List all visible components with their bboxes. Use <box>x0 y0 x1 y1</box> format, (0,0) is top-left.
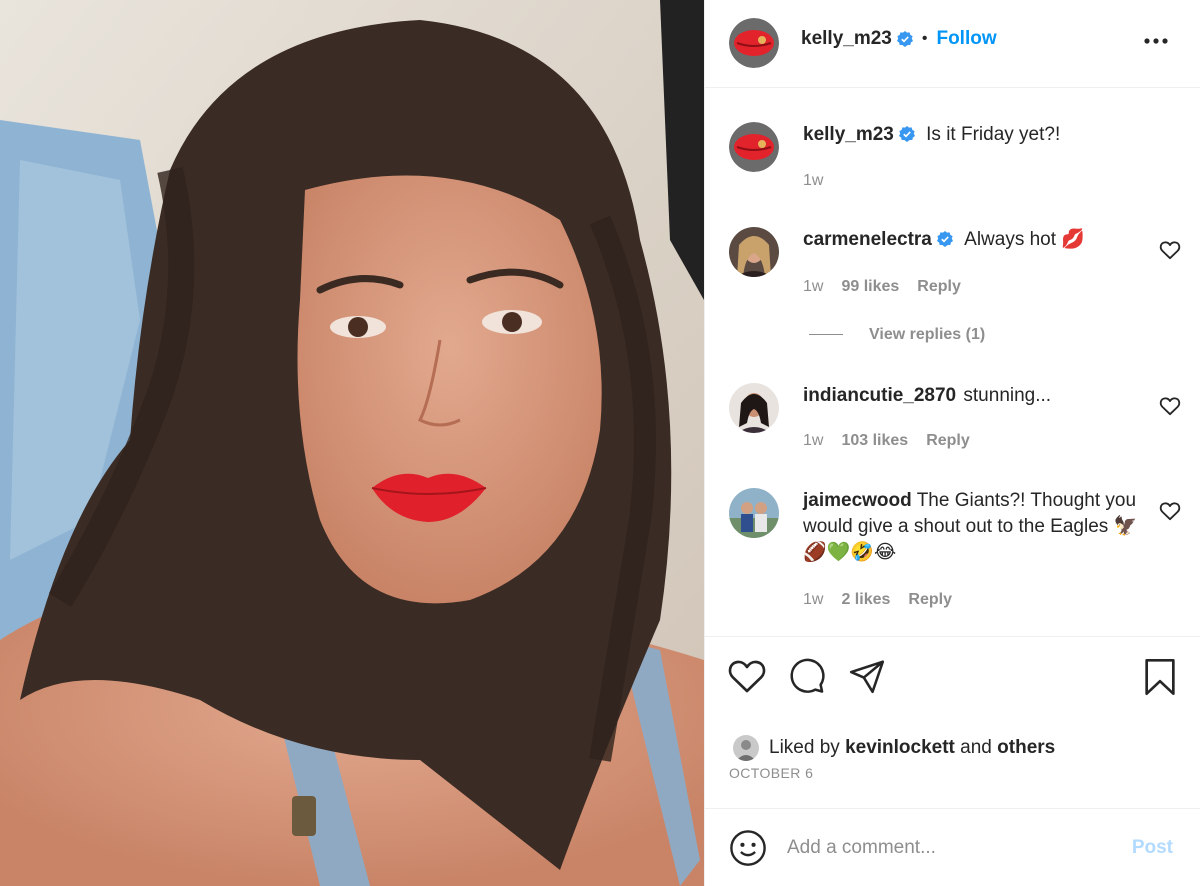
lips-avatar-icon <box>729 18 779 68</box>
smiley-icon[interactable] <box>729 829 767 867</box>
comment-meta: 1w 103 likes Reply <box>803 432 970 450</box>
reply-button[interactable]: Reply <box>908 591 952 608</box>
post-header: kelly_m23 • Follow <box>705 0 1200 88</box>
caption-author-avatar[interactable] <box>729 122 779 172</box>
comment-input[interactable] <box>787 831 1107 865</box>
author-avatar[interactable] <box>729 18 779 68</box>
comment-text: Always hot 💋 <box>964 229 1085 250</box>
comment-time: 1w <box>803 278 824 295</box>
comment-likes[interactable]: 2 likes <box>841 591 890 608</box>
comment-time: 1w <box>803 591 824 608</box>
caption-username[interactable]: kelly_m23 <box>803 124 894 145</box>
comment-username[interactable]: indiancutie_2870 <box>803 385 956 406</box>
view-replies-label: View replies (1) <box>869 326 986 343</box>
post-side-panel: kelly_m23 • Follow kelly_m23 Is it Frida… <box>704 0 1200 886</box>
caption-text-row: kelly_m23 Is it Friday yet?! <box>803 122 1163 148</box>
commenter-avatar[interactable] <box>729 227 779 277</box>
comment-likes[interactable]: 99 likes <box>841 278 899 295</box>
comment-text-row: indiancutie_2870 stunning... <box>803 383 1143 409</box>
comment-meta: 1w 99 likes Reply <box>803 278 961 296</box>
reply-button[interactable]: Reply <box>917 278 961 295</box>
selfie-photo <box>0 0 704 886</box>
verified-badge-icon <box>936 231 953 247</box>
heart-icon[interactable] <box>1159 240 1181 260</box>
reply-button[interactable]: Reply <box>926 432 970 449</box>
comment-icon[interactable] <box>787 657 827 695</box>
comment-username[interactable]: carmenelectra <box>803 229 932 250</box>
comment-time: 1w <box>803 432 824 449</box>
liked-by-prefix: Liked by <box>769 737 840 758</box>
author-username[interactable]: kelly_m23 <box>801 28 892 50</box>
comment-likes[interactable]: 103 likes <box>841 432 908 449</box>
comment-text: stunning... <box>963 385 1052 406</box>
post-date: OCTOBER 6 <box>729 765 814 781</box>
add-comment-bar: Post <box>705 808 1200 886</box>
liked-by-row: Liked by kevinlockett and others <box>733 735 1055 761</box>
replies-divider <box>809 334 843 336</box>
comment-text-row: jaimecwood The Giants?! Thought you woul… <box>803 488 1143 566</box>
view-replies-button[interactable]: View replies (1) <box>809 326 985 344</box>
bookmark-icon[interactable] <box>1141 657 1179 697</box>
comment-meta: 1w 2 likes Reply <box>803 591 952 609</box>
heart-icon[interactable] <box>727 657 767 695</box>
paper-plane-icon[interactable] <box>847 657 887 695</box>
profile-photo-avatar <box>729 488 779 538</box>
post-comment-button[interactable]: Post <box>1132 837 1173 859</box>
post-photo[interactable] <box>0 0 704 886</box>
lips-avatar-icon <box>729 122 779 172</box>
verified-badge-icon <box>898 126 915 142</box>
heart-icon[interactable] <box>1159 396 1181 416</box>
liked-by-user[interactable]: kevinlockett <box>845 737 955 759</box>
profile-photo-avatar <box>729 383 779 433</box>
separator-dot: • <box>921 30 928 47</box>
more-horizontal-icon[interactable] <box>1143 30 1169 50</box>
liked-by-others[interactable]: others <box>997 737 1055 759</box>
profile-photo-avatar <box>729 227 779 277</box>
post-actions: Liked by kevinlockett and others OCTOBER… <box>705 636 1200 806</box>
caption-time: 1w <box>803 172 824 189</box>
verified-badge-icon <box>896 31 913 47</box>
commenter-avatar[interactable] <box>729 488 779 538</box>
heart-icon[interactable] <box>1159 501 1181 521</box>
liker-avatar[interactable] <box>733 735 759 761</box>
commenter-avatar[interactable] <box>729 383 779 433</box>
liked-by-and: and <box>960 737 992 758</box>
comment-username[interactable]: jaimecwood <box>803 490 912 511</box>
follow-button[interactable]: Follow <box>936 28 996 50</box>
caption-text: Is it Friday yet?! <box>926 124 1061 145</box>
profile-photo-avatar <box>733 735 759 761</box>
header-title-row: kelly_m23 • Follow <box>801 28 997 50</box>
comment-text-row: carmenelectra Always hot 💋 <box>803 227 1143 253</box>
